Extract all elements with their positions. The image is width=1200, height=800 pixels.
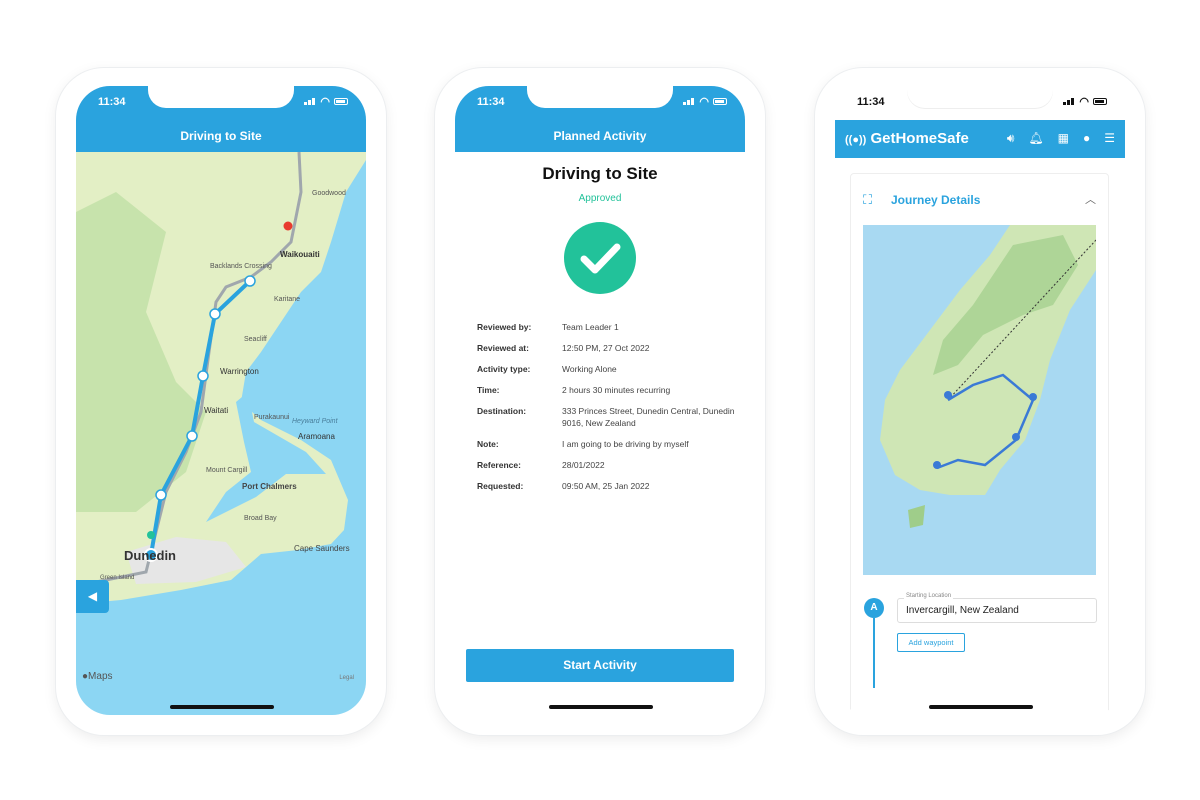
app-header: ((●)) GetHomeSafe 🔊︎ 🔔︎ ▦ ● ☰ xyxy=(835,120,1125,158)
starting-location-input[interactable]: Starting Location Invercargill, New Zeal… xyxy=(897,593,1097,623)
status-icons: ◠ xyxy=(683,95,727,108)
wifi-icon: ◠ xyxy=(320,96,330,108)
destination-pin-icon[interactable] xyxy=(283,221,293,231)
detail-row: Reviewed by: Team Leader 1 xyxy=(477,322,619,332)
route-marker[interactable] xyxy=(1029,393,1037,401)
activity-details: Reviewed by: Team Leader 1 Reviewed at: 12… xyxy=(477,322,737,502)
speaker-icon[interactable]: 🔊︎ xyxy=(1007,131,1015,146)
place-label: Mount Cargill xyxy=(206,467,248,474)
status-time: 11:34 xyxy=(477,96,505,108)
route-waypoint[interactable] xyxy=(209,308,221,320)
detail-row: Reviewed at: 12:50 PM, 27 Oct 2022 xyxy=(477,343,650,353)
place-label: Warrington xyxy=(220,367,259,376)
route-marker[interactable] xyxy=(1012,433,1020,441)
building-icon[interactable]: ▦ xyxy=(1058,131,1069,146)
place-label: Karitane xyxy=(274,296,301,303)
back-button[interactable]: ◀ xyxy=(76,580,109,613)
start-pin[interactable] xyxy=(147,531,155,539)
home-indicator xyxy=(549,705,653,709)
status-time: 11:34 xyxy=(98,96,126,108)
map-pin-icon: ⛶ xyxy=(863,192,873,207)
map-screen: 11:34 ◠ Driving to Site Goodwood Waikoua… xyxy=(76,86,366,715)
user-icon[interactable]: ● xyxy=(1083,131,1090,146)
battery-icon xyxy=(334,98,348,105)
battery-icon xyxy=(1093,98,1107,105)
journey-screen: 11:34 ◠ ((●)) GetHomeSafe 🔊︎ 🔔︎ ▦ ● ☰ ⛶ Jour… xyxy=(835,86,1125,715)
status-time: 11:34 xyxy=(857,96,885,108)
battery-icon xyxy=(713,98,727,105)
legal-link[interactable]: Legal xyxy=(339,675,354,681)
place-label: Port Chalmers xyxy=(242,482,297,491)
route-waypoint[interactable] xyxy=(155,489,167,501)
journey-map[interactable] xyxy=(863,225,1096,575)
bell-icon[interactable]: 🔔︎ xyxy=(1028,131,1043,146)
status-icons: ◠ xyxy=(1063,95,1107,108)
maps-logo: ●Maps xyxy=(82,671,113,682)
waypoint-line xyxy=(873,618,875,688)
start-activity-button[interactable]: Start Activity xyxy=(466,649,734,682)
place-label: Heyward Point xyxy=(292,418,338,425)
phone-activity: 11:34 ◠ Planned Activity Driving to Site… xyxy=(435,68,765,735)
starting-location-label: Starting Location xyxy=(904,593,954,599)
detail-row: Activity type: Working Alone xyxy=(477,364,617,374)
detail-row: Note: I am going to be driving by myself xyxy=(477,439,689,449)
home-indicator xyxy=(929,705,1033,709)
place-label: Broad Bay xyxy=(244,515,277,522)
add-waypoint-button[interactable]: Add waypoint xyxy=(897,633,965,652)
brand-logo[interactable]: ((●)) GetHomeSafe xyxy=(845,130,969,147)
waypoint-marker: A xyxy=(864,598,884,618)
page-title: Driving to Site xyxy=(76,120,366,152)
header-actions: 🔊︎ 🔔︎ ▦ ● ☰ xyxy=(1007,131,1115,146)
page-header: Planned Activity xyxy=(455,120,745,152)
wifi-icon: ◠ xyxy=(1079,96,1089,108)
chevron-left-icon: ◀ xyxy=(87,589,98,603)
place-label: Seacliff xyxy=(244,336,267,343)
detail-row: Requested: 09:50 AM, 25 Jan 2022 xyxy=(477,481,650,491)
status-badge: Approved xyxy=(578,193,622,204)
place-label: Waitati xyxy=(204,406,229,415)
place-label: Backlands Crossing xyxy=(210,263,272,270)
section-title: Journey Details xyxy=(891,193,981,207)
status-icons: ◠ xyxy=(304,95,348,108)
home-indicator xyxy=(170,705,274,709)
detail-row: Time: 2 hours 30 minutes recurring xyxy=(477,385,671,395)
place-label: Purakaunui xyxy=(254,414,290,421)
check-circle-icon xyxy=(564,222,636,294)
detail-row: Destination: 333 Princes Street, Dunedin … xyxy=(477,406,735,428)
route-waypoint[interactable] xyxy=(244,275,256,287)
place-label: Aramoana xyxy=(298,432,335,441)
route-waypoint[interactable] xyxy=(197,370,209,382)
place-label: Dunedin xyxy=(124,548,176,563)
place-label: Goodwood xyxy=(312,190,346,197)
activity-title: Driving to Site xyxy=(542,164,658,183)
route-waypoint[interactable] xyxy=(186,430,198,442)
journey-card: ⛶ Journey Details ︿ A Starting Location … xyxy=(850,173,1109,715)
route-marker[interactable] xyxy=(944,391,952,399)
route-marker[interactable] xyxy=(933,461,941,469)
place-label: Cape Saunders xyxy=(294,544,350,553)
wifi-icon: ◠ xyxy=(699,96,709,108)
phone-journey: 11:34 ◠ ((●)) GetHomeSafe 🔊︎ 🔔︎ ▦ ● ☰ ⛶ Jour… xyxy=(815,68,1145,735)
phone-map: 11:34 ◠ Driving to Site Goodwood Waikoua… xyxy=(56,68,386,735)
place-label: Waikouaiti xyxy=(280,250,320,259)
chevron-up-icon[interactable]: ︿ xyxy=(1085,191,1096,207)
detail-row: Reference: 28/01/2022 xyxy=(477,460,605,470)
menu-icon[interactable]: ☰ xyxy=(1104,131,1115,146)
activity-screen: 11:34 ◠ Planned Activity Driving to Site… xyxy=(455,86,745,715)
signal-logo-icon: ((●)) xyxy=(845,134,867,146)
